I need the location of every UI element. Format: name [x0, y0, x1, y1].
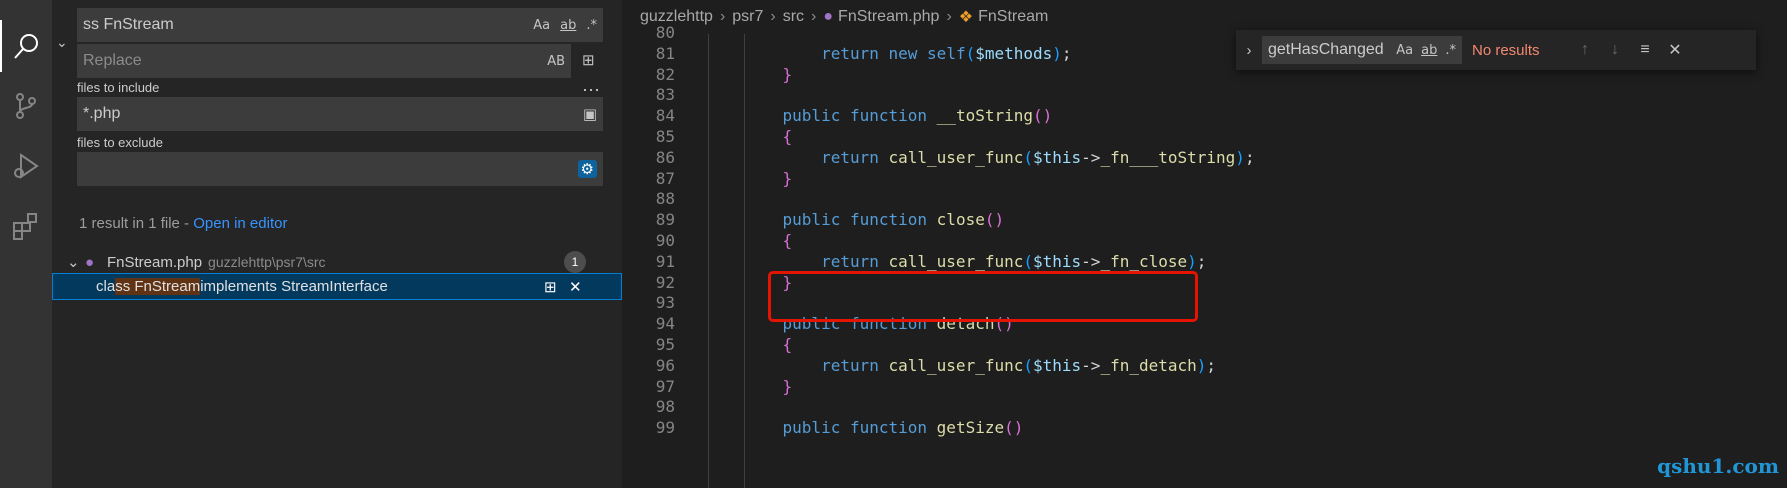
result-file-path: guzzlehttp\psr7\src	[208, 254, 326, 270]
code-text: public function getSize()	[782, 418, 1024, 438]
code-text: return call_user_func($this->_fn_detach)…	[821, 355, 1217, 375]
extensions-icon[interactable]	[0, 200, 52, 252]
search-input[interactable]: ss FnStream Aa ab .*	[77, 8, 603, 42]
chevron-right-icon: ›	[770, 8, 776, 25]
replace-placeholder: Replace	[83, 52, 142, 69]
code-text: }	[782, 168, 793, 188]
find-input[interactable]: getHasChanged Aa ab .*	[1262, 36, 1462, 64]
php-file-icon: ●	[823, 8, 834, 25]
preserve-case-icon[interactable]: AB	[547, 54, 565, 69]
chevron-down-icon[interactable]: ⌄	[56, 34, 68, 51]
watermark: qshu1.com	[1657, 454, 1779, 478]
find-in-selection-icon[interactable]: ≡	[1630, 41, 1660, 59]
breadcrumb: guzzlehttp › psr7 › src › ● FnStream.php…	[622, 0, 1787, 34]
search-query: ss FnStream	[83, 16, 174, 33]
dismiss-icon[interactable]: ✕	[569, 278, 582, 296]
search-match-row[interactable]: cla ss FnStream implements StreamInterfac…	[52, 273, 622, 300]
find-status: No results	[1472, 41, 1540, 59]
chevron-right-icon: ›	[719, 8, 726, 25]
code-text: return call_user_func($this->_fn___toStr…	[821, 147, 1255, 167]
previous-match-icon[interactable]: ↑	[1570, 41, 1600, 59]
files-to-include-label: files to include	[77, 80, 160, 95]
files-to-include-value: *.php	[83, 105, 121, 122]
chevron-right-icon: ›	[811, 8, 817, 25]
find-query: getHasChanged	[1268, 41, 1384, 58]
code-text: }	[782, 376, 793, 396]
code-editor[interactable]: 80 81 return new self($methods); 82 } 83 84 …	[622, 23, 1787, 488]
match-case-icon[interactable]: Aa	[533, 18, 550, 33]
chevron-right-icon: ›	[946, 8, 952, 25]
result-file-name: FnStream.php	[107, 253, 203, 271]
run-debug-icon[interactable]	[0, 140, 52, 192]
result-file-row[interactable]: ⌄ ● FnStream.php guzzlehttp\psr7\src 1	[67, 250, 612, 274]
replace-input[interactable]: Replace AB	[77, 44, 571, 78]
replace-all-icon[interactable]: ⊞	[582, 51, 595, 69]
result-summary: 1 result in 1 file - Open in editor	[79, 215, 287, 232]
use-regex-icon[interactable]: .*	[1445, 43, 1456, 58]
breadcrumb-item[interactable]: FnStream.php	[838, 8, 939, 26]
next-match-icon[interactable]: ↓	[1600, 41, 1630, 59]
match-case-icon[interactable]: Aa	[1396, 43, 1413, 58]
open-in-editor-link[interactable]: Open in editor	[193, 215, 287, 232]
files-to-exclude-label: files to exclude	[77, 135, 163, 150]
use-regex-icon[interactable]: .*	[586, 18, 597, 33]
breadcrumb-item[interactable]: src	[783, 8, 804, 26]
code-text: return new self($methods);	[821, 43, 1072, 63]
match-whole-word-icon[interactable]: ab	[1421, 43, 1437, 58]
code-text: }	[782, 64, 793, 84]
replace-icon[interactable]: ⊞	[544, 278, 557, 296]
gear-icon[interactable]: ⚙	[577, 160, 597, 178]
php-file-icon: ●	[85, 253, 95, 271]
close-icon[interactable]: ✕	[1660, 40, 1690, 60]
find-widget: › getHasChanged Aa ab .* No results ↑ ↓ …	[1236, 30, 1756, 70]
indent-guide	[708, 34, 709, 488]
match-text-before: cla	[96, 278, 116, 295]
chevron-down-icon[interactable]: ⌄	[67, 253, 85, 271]
open-editors-icon[interactable]: ▣	[583, 105, 597, 123]
activity-bar	[0, 0, 52, 488]
line-number: 99	[655, 418, 675, 438]
result-count-badge: 1	[564, 251, 586, 273]
search-icon[interactable]	[0, 20, 52, 72]
files-to-exclude-input[interactable]: ⚙	[77, 152, 603, 186]
source-control-icon[interactable]	[0, 80, 52, 132]
match-text-highlight: ss FnStream	[115, 278, 201, 295]
breadcrumb-item[interactable]: FnStream	[978, 8, 1048, 26]
search-sidebar: ⌄ ss FnStream Aa ab .* Replace AB ⊞ ⋯ fi…	[52, 0, 622, 488]
files-to-include-input[interactable]: *.php ▣	[77, 97, 603, 131]
class-symbol-icon: ❖	[958, 9, 974, 26]
match-text-after: implements StreamInterface	[200, 278, 388, 295]
toggle-replace-icon[interactable]: ›	[1236, 42, 1262, 59]
annotation-highlight-box	[768, 271, 1198, 322]
breadcrumb-item[interactable]: psr7	[732, 8, 763, 26]
match-whole-word-icon[interactable]: ab	[560, 18, 576, 33]
result-summary-text: 1 result in 1 file -	[79, 215, 194, 232]
